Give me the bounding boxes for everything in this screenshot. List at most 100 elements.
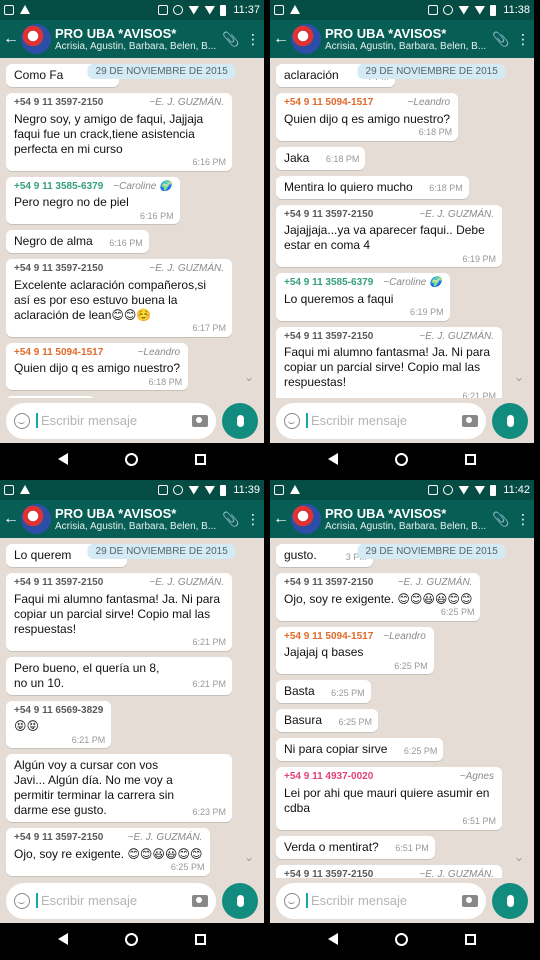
sender-number[interactable]: +54 9 11 3597-2150 xyxy=(284,577,373,590)
arrow-left-icon[interactable]: ← xyxy=(273,30,289,48)
nav-recents-icon[interactable] xyxy=(194,453,206,465)
message-bubble[interactable]: Algún voy a cursar con vos Javi... Algún… xyxy=(6,754,232,822)
sender-number[interactable]: +54 9 11 3597-2150 xyxy=(284,331,373,344)
arrow-left-icon[interactable]: ← xyxy=(273,510,289,528)
group-avatar[interactable] xyxy=(21,504,51,534)
nav-home-icon[interactable] xyxy=(124,452,138,466)
sender-number[interactable]: +54 9 11 4937-0020 xyxy=(284,771,373,784)
message-bubble[interactable]: Mentira lo quiero mucho 6:18 PM xyxy=(276,175,469,199)
sender-number[interactable]: +54 9 11 3585-6379 xyxy=(14,181,103,194)
message-input[interactable]: Escribir mensaje xyxy=(36,413,186,428)
sender-number[interactable]: +54 9 11 3597-2150 xyxy=(14,832,103,845)
nav-back-icon[interactable] xyxy=(328,453,339,465)
nav-recents-icon[interactable] xyxy=(194,933,206,945)
sender-number[interactable]: +54 9 11 3597-2150 xyxy=(14,577,103,590)
group-info[interactable]: PRO UBA *AVISOS* Acrisia, Agustin, Barba… xyxy=(55,506,220,532)
message-bubble[interactable]: +54 9 11 3597-2150 ~E. J. GUZMÁN. Excelent… xyxy=(6,259,232,337)
sender-number[interactable]: +54 9 11 3597-2150 xyxy=(14,263,103,276)
message-bubble[interactable]: Basura 6:25 PM xyxy=(276,709,379,732)
paperclip-icon[interactable]: 📎 xyxy=(490,511,512,528)
sender-number[interactable]: +54 9 11 5094-1517 xyxy=(284,631,373,644)
sender-number[interactable]: +54 9 11 5094-1517 xyxy=(284,97,373,110)
message-list[interactable]: 29 DE NOVIEMBRE DE 2015 Como Fa +54 9 11 … xyxy=(0,58,264,398)
sender-number[interactable]: +54 9 11 3597-2150 xyxy=(284,869,373,879)
group-avatar[interactable] xyxy=(291,504,321,534)
sender-number[interactable]: +54 9 11 3597-2150 xyxy=(284,209,373,222)
microphone-icon[interactable] xyxy=(492,402,528,439)
smiley-icon[interactable] xyxy=(14,412,30,429)
nav-recents-icon[interactable] xyxy=(464,933,476,945)
message-bubble[interactable]: +54 9 11 3597-2150~E. J. GUZMÁN.No puede… xyxy=(276,864,502,879)
message-bubble[interactable]: +54 9 11 3597-2150 ~E. J. GUZMÁN. Jajajjaj… xyxy=(276,204,502,267)
more-vert-icon[interactable]: ⋮ xyxy=(242,511,264,528)
group-avatar[interactable] xyxy=(291,24,321,54)
message-bubble[interactable]: +54 9 11 3585-6379 ~Caroline 🌍 Pero negro … xyxy=(6,176,180,224)
more-vert-icon[interactable]: ⋮ xyxy=(512,511,534,528)
nav-back-icon[interactable] xyxy=(58,933,69,945)
message-list[interactable]: 29 DE NOVIEMBRE DE 2015 gusto. 3 PM +54 9 … xyxy=(270,538,534,878)
camera-icon[interactable] xyxy=(192,894,208,907)
message-input[interactable]: Escribir mensaje xyxy=(306,893,456,908)
nav-back-icon[interactable] xyxy=(328,933,339,945)
message-input-box[interactable]: Escribir mensaje xyxy=(276,882,486,919)
message-input[interactable]: Escribir mensaje xyxy=(36,893,186,908)
paperclip-icon[interactable]: 📎 xyxy=(220,31,242,48)
message-bubble[interactable]: +54 9 11 5094-1517 ~Leandro Jajajaj q base… xyxy=(276,626,434,674)
nav-back-icon[interactable] xyxy=(58,453,69,465)
paperclip-icon[interactable]: 📎 xyxy=(490,31,512,48)
smiley-icon[interactable] xyxy=(284,892,300,909)
sender-number[interactable]: +54 9 11 6569-3829 xyxy=(14,705,103,718)
smiley-icon[interactable] xyxy=(14,892,30,909)
message-bubble[interactable]: +54 9 11 6569-3829 😝😝 6:21 PM xyxy=(6,700,112,748)
message-list[interactable]: 29 DE NOVIEMBRE DE 2015 Lo querem +54 9 1… xyxy=(0,538,264,878)
group-info[interactable]: PRO UBA *AVISOS* Acrisia, Agustin, Barba… xyxy=(55,26,220,52)
group-info[interactable]: PRO UBA *AVISOS* Acrisia, Agustin, Barba… xyxy=(325,506,490,532)
nav-recents-icon[interactable] xyxy=(464,453,476,465)
message-bubble[interactable]: +54 9 11 5094-1517 ~Leandro Quien dijo q e… xyxy=(6,342,189,390)
message-list[interactable]: 29 DE NOVIEMBRE DE 2015 aclaración7 PM+5… xyxy=(270,58,534,398)
message-input-box[interactable]: Escribir mensaje xyxy=(6,882,216,919)
smiley-icon[interactable] xyxy=(284,412,300,429)
message-bubble[interactable]: +54 9 11 4937-0020 ~Agnes Lei por ahi que … xyxy=(276,767,502,830)
microphone-icon[interactable] xyxy=(492,882,528,919)
paperclip-icon[interactable]: 📎 xyxy=(220,511,242,528)
group-avatar[interactable] xyxy=(21,24,51,54)
message-bubble[interactable]: Pero bueno, el quería un 8, no un 10. 6:2… xyxy=(6,656,232,695)
message-bubble[interactable]: +54 9 11 3597-2150 ~E. J. GUZMÁN. Ojo, soy… xyxy=(276,573,481,621)
nav-home-icon[interactable] xyxy=(124,932,138,946)
group-info[interactable]: PRO UBA *AVISOS* Acrisia, Agustin, Barba… xyxy=(325,26,490,52)
message-bubble[interactable]: Basta 6:25 PM xyxy=(276,680,371,703)
camera-icon[interactable] xyxy=(462,894,478,907)
message-bubble[interactable]: +54 9 11 3597-2150 ~E. J. GUZMÁN. Faqui mi… xyxy=(6,573,232,651)
nav-home-icon[interactable] xyxy=(394,932,408,946)
message-bubble[interactable]: Verda o mentirat? 6:51 PM xyxy=(276,835,435,859)
double-chevron-down-icon[interactable]: ⌄ xyxy=(244,370,254,384)
camera-icon[interactable] xyxy=(192,414,208,427)
microphone-icon[interactable] xyxy=(222,882,258,919)
message-bubble[interactable]: +54 9 11 3597-2150 ~E. J. GUZMÁN. Faqui mi… xyxy=(276,326,502,398)
sender-number[interactable]: +54 9 11 3597-2150 xyxy=(14,97,103,110)
message-bubble[interactable]: +54 9 11 3597-2150 ~E. J. GUZMÁN. Negro so… xyxy=(6,93,232,171)
message-bubble[interactable]: +54 9 11 5094-1517 ~Leandro Quien dijo q e… xyxy=(276,93,459,141)
arrow-left-icon[interactable]: ← xyxy=(3,510,19,528)
more-vert-icon[interactable]: ⋮ xyxy=(512,31,534,48)
message-bubble[interactable]: +54 9 11 3597-2150 ~E. J. GUZMÁN. Ojo, soy… xyxy=(6,828,211,876)
battery-icon xyxy=(490,4,497,16)
double-chevron-down-icon[interactable]: ⌄ xyxy=(514,850,524,864)
more-vert-icon[interactable]: ⋮ xyxy=(242,31,264,48)
message-bubble[interactable]: Jaka 6:18 PM xyxy=(276,146,366,170)
message-bubble[interactable]: Negro de alma 6:16 PM xyxy=(6,230,149,253)
sender-number[interactable]: +54 9 11 5094-1517 xyxy=(14,347,103,360)
sender-number[interactable]: +54 9 11 3585-6379 xyxy=(284,277,373,290)
message-bubble[interactable]: Ni para copiar sirve 6:25 PM xyxy=(276,738,444,761)
message-input[interactable]: Escribir mensaje xyxy=(306,413,456,428)
camera-icon[interactable] xyxy=(462,414,478,427)
message-bubble[interactable]: +54 9 11 3585-6379 ~Caroline 🌍 Lo queremos… xyxy=(276,273,450,321)
message-input-box[interactable]: Escribir mensaje xyxy=(6,402,216,439)
nav-home-icon[interactable] xyxy=(394,452,408,466)
microphone-icon[interactable] xyxy=(222,402,258,439)
arrow-left-icon[interactable]: ← xyxy=(3,30,19,48)
double-chevron-down-icon[interactable]: ⌄ xyxy=(244,850,254,864)
message-input-box[interactable]: Escribir mensaje xyxy=(276,402,486,439)
double-chevron-down-icon[interactable]: ⌄ xyxy=(514,370,524,384)
